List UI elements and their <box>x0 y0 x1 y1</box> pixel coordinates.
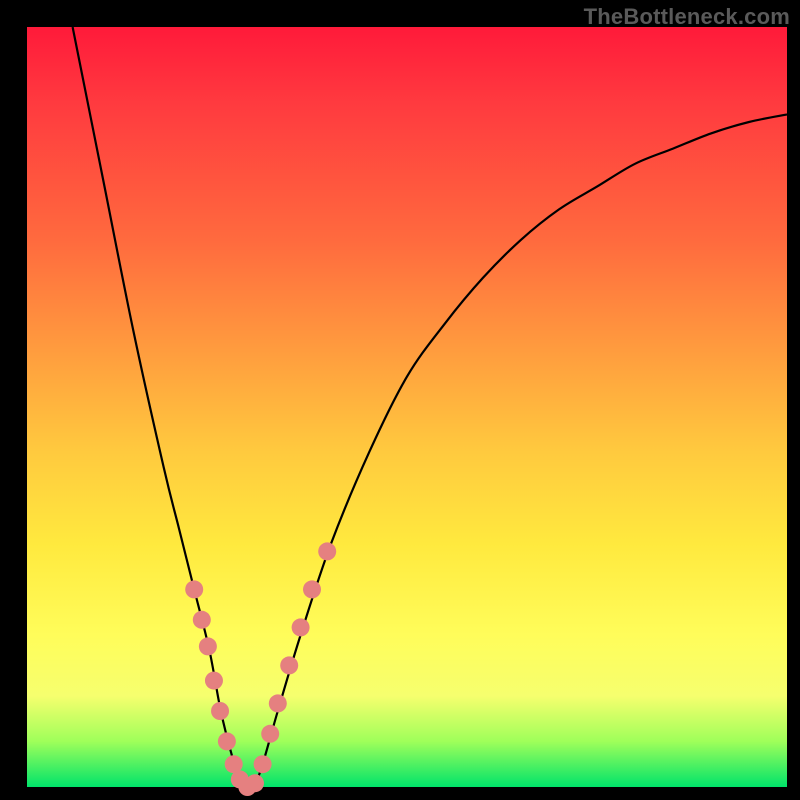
data-point-dot <box>318 542 336 560</box>
data-point-dot <box>254 755 272 773</box>
highlighted-dots <box>185 542 336 796</box>
data-point-dot <box>261 725 279 743</box>
data-point-dot <box>303 580 321 598</box>
data-point-dot <box>211 702 229 720</box>
data-point-dot <box>193 611 211 629</box>
data-point-dot <box>205 672 223 690</box>
data-point-dot <box>280 656 298 674</box>
data-point-dot <box>269 694 287 712</box>
bottleneck-curve <box>73 27 787 787</box>
data-point-dot <box>246 774 264 792</box>
data-point-dot <box>199 637 217 655</box>
chart-frame: TheBottleneck.com <box>0 0 800 800</box>
data-point-dot <box>292 618 310 636</box>
data-point-dot <box>218 732 236 750</box>
data-point-dot <box>185 580 203 598</box>
chart-svg <box>27 27 787 787</box>
plot-area <box>27 27 787 787</box>
watermark-text: TheBottleneck.com <box>584 4 790 30</box>
